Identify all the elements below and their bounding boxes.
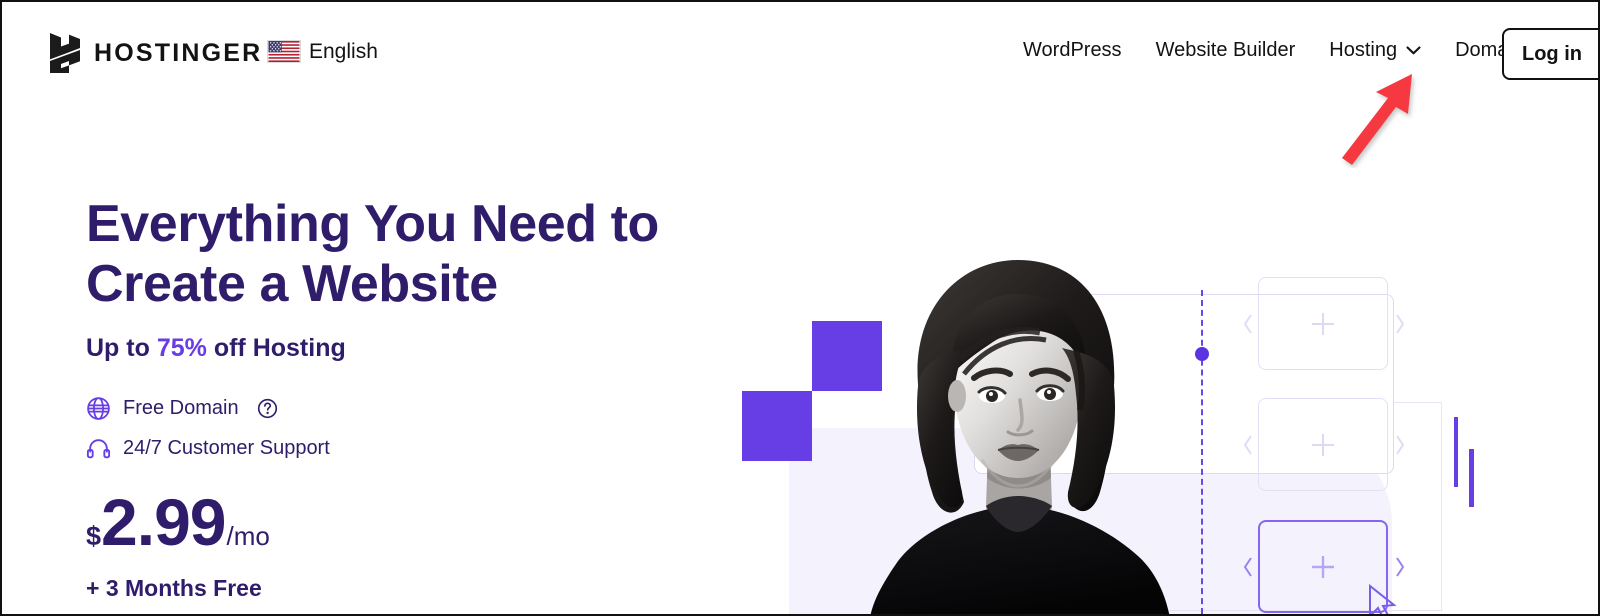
hero-content: Everything You Need to Create a Website … [86,198,686,600]
question-circle-icon[interactable] [257,398,278,419]
site-header: HOSTINGER English WordPress Website Buil… [2,2,1598,106]
feature-item-support: 24/7 Customer Support [86,431,686,465]
chevron-right-icon[interactable] [1394,313,1406,335]
brand-name: HOSTINGER [94,38,263,67]
plus-icon [1312,555,1334,578]
frame-line-right [1441,402,1442,611]
price-period: /mo [226,521,270,551]
decorative-square-lower [742,391,812,461]
chevron-left-icon[interactable] [1242,434,1254,456]
hero-subtitle-suffix: off Hosting [206,334,346,362]
hostinger-h-logo-icon [50,33,80,73]
feature-label: 24/7 Customer Support [123,437,330,459]
plus-icon [1312,312,1334,335]
plus-icon [1312,433,1334,456]
feature-list: Free Domain 24/7 Customer Support [86,391,686,465]
portrait-photo [860,234,1180,614]
decorative-vertical-bar-4 [1469,449,1474,507]
hero-subtitle-prefix: Up to [86,334,157,362]
us-flag-icon [267,40,301,63]
hero-subtitle: Up to 75% off Hosting [86,336,686,361]
globe-icon [87,396,110,420]
price-currency: $ [86,521,102,551]
nav-item-hosting[interactable]: Hosting [1329,39,1421,62]
chevron-left-icon[interactable] [1242,556,1254,578]
headset-icon [86,438,111,458]
decorative-vertical-bar-3 [1454,417,1458,487]
main-navigation: WordPress Website Builder Hosting Domain [1023,39,1524,62]
dashed-guide-line [1201,290,1203,614]
language-selector[interactable]: English [267,40,378,63]
chevron-right-icon[interactable] [1394,556,1406,578]
chevron-right-icon[interactable] [1394,434,1406,456]
page-title: Everything You Need to Create a Website [86,198,686,310]
brand-logo[interactable]: HOSTINGER [50,33,262,73]
language-label: English [309,40,378,63]
chevron-down-icon [1406,46,1421,55]
price-amount: 2.99 [101,485,226,559]
placeholder-card[interactable] [1258,398,1388,491]
nav-item-hosting-label: Hosting [1329,39,1398,61]
hero-title-line-1: Everything You Need to [86,195,659,253]
cursor-pointer-icon [1369,584,1397,614]
guide-point-dot [1195,347,1209,361]
placeholder-card[interactable] [1258,277,1388,370]
chevron-left-icon[interactable] [1242,313,1254,335]
hostinger-landing-page: Everything You Need to Create a Website … [0,0,1600,616]
price-block: $ 2.99 /mo [86,489,686,555]
hero-title-line-2: Create a Website [86,255,498,313]
feature-label: Free Domain [123,397,239,419]
hero-illustration [702,106,1598,614]
feature-item-free-domain: Free Domain [86,391,686,425]
price-bonus-text: + 3 Months Free [86,575,262,601]
nav-item-wordpress[interactable]: WordPress [1023,39,1122,62]
nav-item-website-builder[interactable]: Website Builder [1156,39,1296,62]
login-button[interactable]: Log in [1502,28,1598,80]
hero-discount-percent: 75% [156,334,207,362]
